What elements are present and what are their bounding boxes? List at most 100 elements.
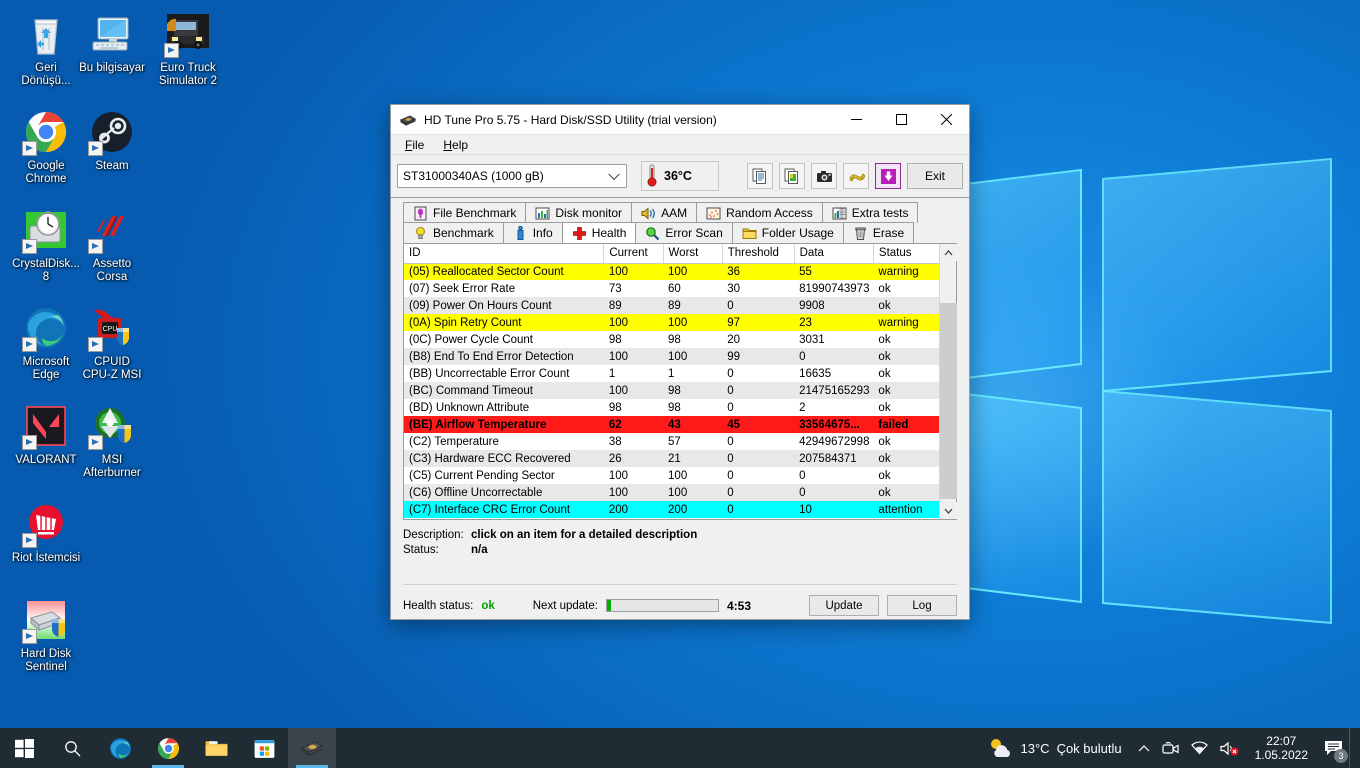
cell-status: failed <box>873 416 939 433</box>
tab-row-top[interactable]: File Benchmark Disk monitor AAM Random A… <box>403 202 959 223</box>
table-row[interactable]: (C2) Temperature 38 57 0 42949672998 ok <box>404 433 939 450</box>
desktop-icon-valorant[interactable]: VALORANT <box>8 402 84 467</box>
table-row[interactable]: (C6) Offline Uncorrectable 100 100 0 0 ok <box>404 484 939 501</box>
tab-extra-tests[interactable]: Extra tests <box>821 202 919 223</box>
health-status-label: Health status: <box>403 599 474 612</box>
taskbar-file-explorer[interactable] <box>192 728 240 768</box>
scrollbar-thumb[interactable] <box>940 303 957 499</box>
column-header-status[interactable]: Status <box>873 244 939 264</box>
tab-label: Health <box>591 226 627 240</box>
desktop-icon-riot-client[interactable]: Riot İstemcisi <box>8 500 84 565</box>
volume-muted-icon[interactable] <box>1214 728 1245 768</box>
copy-text-button[interactable] <box>747 163 773 189</box>
tab-bar[interactable]: File Benchmark Disk monitor AAM Random A… <box>391 198 969 243</box>
taskbar-microsoft-edge[interactable] <box>96 728 144 768</box>
table-row[interactable]: (BC) Command Timeout 100 98 0 21475165293 ok <box>404 382 939 399</box>
desktop-icon-google-chrome[interactable]: Google Chrome <box>8 108 84 186</box>
column-header-current[interactable]: Current <box>603 244 664 264</box>
cell-worst: 98 <box>663 382 723 399</box>
show-hidden-icons-chevron[interactable] <box>1132 728 1156 768</box>
table-row[interactable]: (07) Seek Error Rate 73 60 30 81990743973 ok <box>404 280 939 297</box>
maximize-button[interactable] <box>879 105 924 134</box>
tab-row-bottom[interactable]: Benchmark Info Health Error Scan Folder … <box>403 222 959 243</box>
copy-image-button[interactable] <box>779 163 805 189</box>
desktop-icon-this-pc[interactable]: Bu bilgisayar <box>74 10 150 75</box>
meet-now-icon[interactable] <box>1156 728 1185 768</box>
desktop-icon-assetto-corsa[interactable]: Assetto Corsa <box>74 206 150 284</box>
smart-table-body: (05) Reallocated Sector Count 100 100 36 55 w… <box>404 263 939 518</box>
taskbar-microsoft-store[interactable] <box>240 728 288 768</box>
window-titlebar[interactable]: HD Tune Pro 5.75 - Hard Disk/SSD Utility… <box>391 105 969 135</box>
tab-random-access[interactable]: Random Access <box>696 202 823 223</box>
menubar[interactable]: File Help <box>391 135 969 155</box>
smart-attributes-panel[interactable]: ID Current Worst Threshold Data Status (… <box>403 243 957 520</box>
cell-status: ok <box>878 469 891 482</box>
tab-info[interactable]: Info <box>502 222 563 243</box>
taskbar-clock[interactable]: 22:07 1.05.2022 <box>1245 734 1318 762</box>
network-icon[interactable] <box>1185 728 1214 768</box>
cell-worst: 1 <box>668 367 675 380</box>
hd-tune-pro-window[interactable]: HD Tune Pro 5.75 - Hard Disk/SSD Utility… <box>390 104 970 620</box>
taskbar-hd-tune-pro[interactable] <box>288 728 336 768</box>
vertical-scrollbar[interactable] <box>939 244 957 519</box>
log-button[interactable]: Log <box>887 595 957 616</box>
desktop-icon-crystaldiskinfo-8[interactable]: CrystalDisk... 8 <box>8 206 84 284</box>
taskbar-google-chrome[interactable] <box>144 728 192 768</box>
partly-cloudy-icon <box>988 736 1014 761</box>
menu-file[interactable]: File <box>397 136 432 154</box>
table-row[interactable]: (0A) Spin Retry Count 100 100 97 23 warning <box>404 314 939 331</box>
table-row[interactable]: (BE) Airflow Temperature 62 43 45 33564675..… <box>404 416 939 433</box>
table-row[interactable]: (BD) Unknown Attribute 98 98 0 2 ok <box>404 399 939 416</box>
start-button[interactable] <box>0 728 48 768</box>
weather-widget[interactable]: 13°C Çok bulutlu <box>982 736 1132 761</box>
cell-status: warning <box>873 314 939 331</box>
toolbar[interactable]: ST31000340AS (1000 gB) 36°C Exit <box>391 155 969 198</box>
desktop-icon-recycle-bin[interactable]: Geri Dönüşü... <box>8 10 84 88</box>
system-tray[interactable]: 13°C Çok bulutlu 22:07 1.05.2022 3 <box>982 728 1360 768</box>
tab-benchmark[interactable]: Benchmark <box>403 222 504 243</box>
table-row[interactable]: (0C) Power Cycle Count 98 98 20 3031 ok <box>404 331 939 348</box>
tab-health[interactable]: Health <box>561 222 637 243</box>
status-bar[interactable]: Health status: ok Next update: 4:53 Upda… <box>403 595 957 616</box>
update-button[interactable]: Update <box>809 595 879 616</box>
tab-folder-usage[interactable]: Folder Usage <box>731 222 844 243</box>
update-button-label: Update <box>825 599 863 612</box>
close-button[interactable] <box>924 105 969 134</box>
tab-file-benchmark[interactable]: File Benchmark <box>403 202 527 223</box>
table-row[interactable]: (BB) Uncorrectable Error Count 1 1 0 16635 ok <box>404 365 939 382</box>
table-row[interactable]: (05) Reallocated Sector Count 100 100 36 55 w… <box>404 263 939 280</box>
desktop-icon-microsoft-edge[interactable]: Microsoft Edge <box>8 304 84 382</box>
table-row[interactable]: (C7) Interface CRC Error Count 200 200 0 10 a… <box>404 501 939 518</box>
desktop-icon-msi-afterburner[interactable]: MSI Afterburner <box>74 402 150 480</box>
action-center-icon[interactable]: 3 <box>1318 728 1349 768</box>
tab-aam[interactable]: AAM <box>631 202 698 223</box>
screenshot-button[interactable] <box>811 163 837 189</box>
exit-button[interactable]: Exit <box>907 163 963 189</box>
minimize-button[interactable] <box>834 105 879 134</box>
desktop[interactable]: Geri Dönüşü... Bu bilgisayar Euro Truck … <box>0 0 1360 768</box>
table-row[interactable]: (C5) Current Pending Sector 100 100 0 0 ok <box>404 467 939 484</box>
scroll-down-button[interactable] <box>940 502 957 519</box>
drive-select-dropdown[interactable]: ST31000340AS (1000 gB) <box>397 164 627 188</box>
scroll-up-button[interactable] <box>940 244 957 261</box>
table-row[interactable]: (C3) Hardware ECC Recovered 26 21 0 20758437… <box>404 450 939 467</box>
desktop-icon-steam[interactable]: Steam <box>74 108 150 173</box>
column-header-worst[interactable]: Worst <box>663 244 723 264</box>
taskbar[interactable]: 13°C Çok bulutlu 22:07 1.05.2022 3 <box>0 728 1360 768</box>
tab-disk-monitor[interactable]: Disk monitor <box>525 202 633 223</box>
tab-error-scan[interactable]: Error Scan <box>635 222 733 243</box>
search-icon[interactable] <box>48 728 96 768</box>
table-row[interactable]: (B8) End To End Error Detection 100 100 99 0… <box>404 348 939 365</box>
save-button[interactable] <box>875 163 901 189</box>
table-row[interactable]: (09) Power On Hours Count 89 89 0 9908 ok <box>404 297 939 314</box>
menu-help[interactable]: Help <box>435 136 476 154</box>
column-header-data[interactable]: Data <box>794 244 874 264</box>
desktop-icon-cpuid-cpu-z-msi[interactable]: CPU CPUID CPU-Z MSI <box>74 304 150 382</box>
desktop-icon-hard-disk-sentinel[interactable]: Hard Disk Sentinel <box>8 596 84 674</box>
column-header-id[interactable]: ID <box>404 244 605 264</box>
column-header-threshold[interactable]: Threshold <box>722 244 795 264</box>
desktop-icon-euro-truck-simulator-2[interactable]: Euro Truck Simulator 2 <box>150 10 226 88</box>
options-button[interactable] <box>843 163 869 189</box>
tab-erase[interactable]: Erase <box>842 222 915 243</box>
show-desktop-button[interactable] <box>1349 728 1356 768</box>
